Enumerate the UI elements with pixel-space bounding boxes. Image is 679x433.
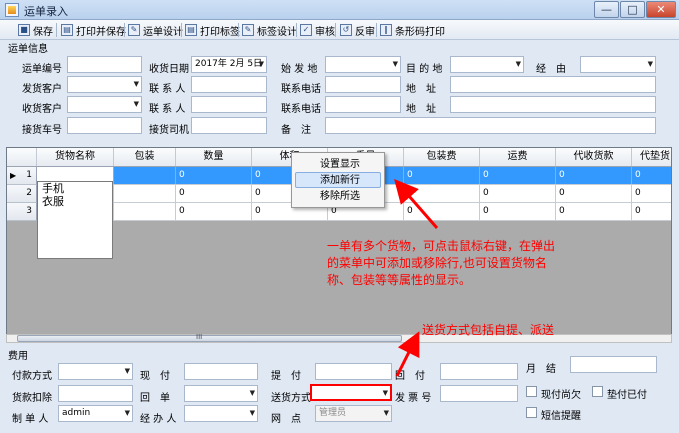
annotation-arrows [394, 178, 439, 377]
arrow-to-delivery-method [395, 331, 420, 377]
annotation-delivery-method: 送货方式包括自提、派送 [422, 323, 555, 337]
arrow-to-context-menu [394, 178, 439, 229]
annotation-goods-context-menu: 一单有多个货物，可点击鼠标右键，在弹出的菜单中可添加或移除行,也可设置货物名称、… [327, 239, 556, 287]
